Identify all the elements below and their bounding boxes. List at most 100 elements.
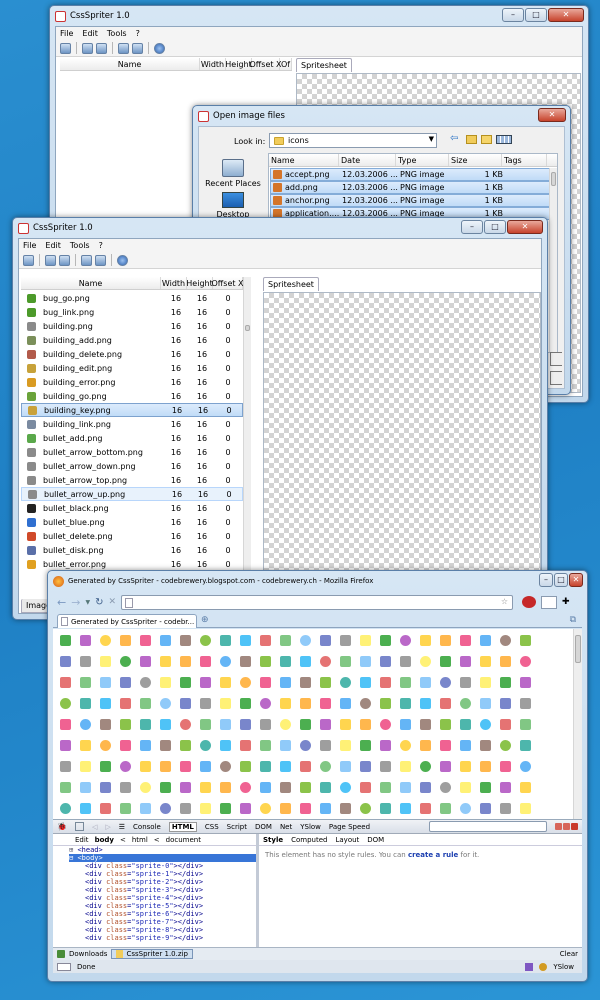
image-row[interactable]: building_delete.png 16 16 0 — [21, 347, 243, 361]
main-minimize-icon[interactable]: – — [461, 220, 483, 234]
main-export-icon[interactable] — [81, 254, 92, 266]
fb-div-line[interactable]: <div class="sprite-6"></div> — [69, 910, 256, 918]
ff-minimize-icon[interactable]: – — [539, 573, 553, 587]
fb-div-line[interactable]: <div class="sprite-3"></div> — [69, 886, 256, 894]
file-col-size[interactable]: Size — [449, 154, 502, 166]
main-help-icon[interactable] — [117, 254, 128, 266]
back-arrow-icon[interactable]: ⇦ — [450, 133, 458, 144]
downloads-label[interactable]: Downloads — [69, 950, 107, 958]
forward-history-icon[interactable]: ▼ — [85, 599, 90, 606]
help-icon[interactable] — [154, 42, 165, 54]
col-width[interactable]: Width — [200, 58, 226, 70]
forward-button[interactable]: → — [71, 596, 80, 609]
main-close-icon[interactable]: ✕ — [507, 220, 543, 234]
image-list-scrollbar[interactable] — [243, 277, 251, 591]
remove-image-icon[interactable] — [96, 42, 107, 54]
new-tab-button[interactable]: ⊕ — [201, 615, 209, 625]
minimize-icon[interactable]: – — [502, 8, 524, 22]
up-folder-icon[interactable] — [466, 135, 477, 144]
view-menu-icon[interactable] — [496, 135, 512, 144]
yslow-icon[interactable] — [525, 962, 534, 971]
image-row[interactable]: bug_link.png 16 16 0 — [21, 305, 243, 319]
image-row[interactable]: bullet_delete.png 16 16 0 — [21, 529, 243, 543]
fb-body-line[interactable]: ⊟ <body> — [69, 854, 256, 862]
new-folder-icon[interactable] — [481, 135, 492, 144]
main-col-height[interactable]: Height — [186, 277, 213, 289]
image-row[interactable]: bullet_arrow_top.png 16 16 0 — [21, 473, 243, 487]
fb-tab-net[interactable]: Net — [280, 823, 292, 831]
fb-div-line[interactable]: <div class="sprite-7"></div> — [69, 918, 256, 926]
file-row[interactable]: anchor.png 12.03.2006 ... PNG image 1 KB — [270, 194, 552, 207]
fb-tab-console[interactable]: Console — [133, 823, 161, 831]
file-list-scrollbar[interactable] — [549, 168, 557, 352]
fb-side-tab-computed[interactable]: Computed — [291, 836, 327, 844]
image-row[interactable]: building_add.png 16 16 0 — [21, 333, 243, 347]
save-icon[interactable] — [60, 42, 71, 54]
fb-crumb-html[interactable]: html — [132, 836, 148, 844]
fb-window-buttons[interactable] — [555, 823, 578, 830]
ff-close-icon[interactable]: ✕ — [569, 573, 583, 587]
firebug-icon[interactable]: 🐞 — [57, 822, 67, 831]
main-menu-file[interactable]: File — [23, 241, 36, 250]
image-row[interactable]: building.png 16 16 0 — [21, 319, 243, 333]
dialog-open-button[interactable] — [550, 352, 562, 366]
image-row[interactable]: bullet_arrow_up.png 16 16 0 — [21, 487, 243, 501]
extension-icon[interactable]: ✚ — [562, 597, 570, 607]
main-save-icon[interactable] — [23, 254, 34, 266]
dialog-titlebar[interactable]: Open image files — [193, 106, 570, 126]
main-add-image-icon[interactable] — [45, 254, 56, 266]
fb-search-input[interactable] — [429, 821, 547, 832]
fb-div-line[interactable]: <div class="sprite-8"></div> — [69, 926, 256, 934]
generate-icon[interactable] — [132, 42, 143, 54]
fb-div-line[interactable]: <div class="sprite-5"></div> — [69, 902, 256, 910]
fb-crumb-document[interactable]: document — [166, 836, 201, 844]
col-height[interactable]: Height — [225, 58, 252, 70]
fb-crumb-body[interactable]: body — [95, 836, 114, 844]
menu-file[interactable]: File — [60, 29, 73, 38]
main-maximize-icon[interactable]: □ — [484, 220, 506, 234]
maximize-icon[interactable]: □ — [525, 8, 547, 22]
image-row[interactable]: bullet_arrow_bottom.png 16 16 0 — [21, 445, 243, 459]
back-tab-spritesheet[interactable]: Spritesheet — [296, 58, 352, 72]
bookmark-star-icon[interactable]: ☆ — [501, 597, 508, 606]
image-row[interactable]: bug_go.png 16 16 0 — [21, 291, 243, 305]
fb-tab-yslow[interactable]: YSlow — [300, 823, 321, 831]
col-offset-y[interactable]: Of — [280, 58, 292, 70]
fb-tab-css[interactable]: CSS — [205, 823, 219, 831]
export-icon[interactable] — [118, 42, 129, 54]
image-row[interactable]: bullet_black.png 16 16 0 — [21, 501, 243, 515]
image-row[interactable]: building_link.png 16 16 0 — [21, 417, 243, 431]
main-col-name[interactable]: Name — [21, 277, 161, 289]
main-cssspriter-window[interactable]: CssSpriter 1.0 – □ ✕ File Edit Tools ? N… — [12, 217, 548, 620]
dialog-close-icon[interactable]: ✕ — [538, 108, 566, 122]
fb-side-tab-style[interactable]: Style — [263, 836, 283, 844]
main-generate-icon[interactable] — [95, 254, 106, 266]
file-col-tags[interactable]: Tags — [502, 154, 547, 166]
main-col-width[interactable]: Width — [161, 277, 187, 289]
fb-back-icon[interactable]: ◁ — [92, 823, 97, 831]
create-rule-link[interactable]: create a rule — [408, 851, 458, 859]
menu-tools[interactable]: Tools — [107, 29, 127, 38]
fb-div-line[interactable]: <div class="sprite-2"></div> — [69, 878, 256, 886]
url-bar[interactable]: ☆ — [121, 594, 513, 610]
image-row[interactable]: bullet_add.png 16 16 0 — [21, 431, 243, 445]
image-row[interactable]: bullet_arrow_down.png 16 16 0 — [21, 459, 243, 473]
image-row[interactable]: building_go.png 16 16 0 — [21, 389, 243, 403]
fb-edit-button[interactable]: Edit — [75, 836, 89, 844]
firefox-window[interactable]: Generated by CssSpriter - codebrewery.bl… — [47, 570, 588, 982]
add-image-icon[interactable] — [82, 42, 93, 54]
col-offset-x[interactable]: Offset X — [249, 58, 282, 70]
close-icon[interactable]: ✕ — [548, 8, 584, 22]
fb-menu-icon[interactable]: ☰ — [119, 823, 125, 831]
firebug-status-icon[interactable] — [539, 962, 548, 971]
back-button[interactable]: ← — [57, 596, 66, 609]
main-tab-spritesheet[interactable]: Spritesheet — [263, 277, 319, 291]
fb-div-line[interactable]: <div class="sprite-4"></div> — [69, 894, 256, 902]
fb-side-tab-layout[interactable]: Layout — [335, 836, 359, 844]
fb-div-line[interactable]: <div class="sprite-0"></div> — [69, 862, 256, 870]
image-row[interactable]: building_key.png 16 16 0 — [21, 403, 243, 417]
main-remove-image-icon[interactable] — [59, 254, 70, 266]
yslow-label[interactable]: YSlow — [553, 963, 574, 971]
fb-tab-pagespeed[interactable]: Page Speed — [329, 823, 370, 831]
chevron-down-icon[interactable]: ▼ — [429, 135, 434, 143]
